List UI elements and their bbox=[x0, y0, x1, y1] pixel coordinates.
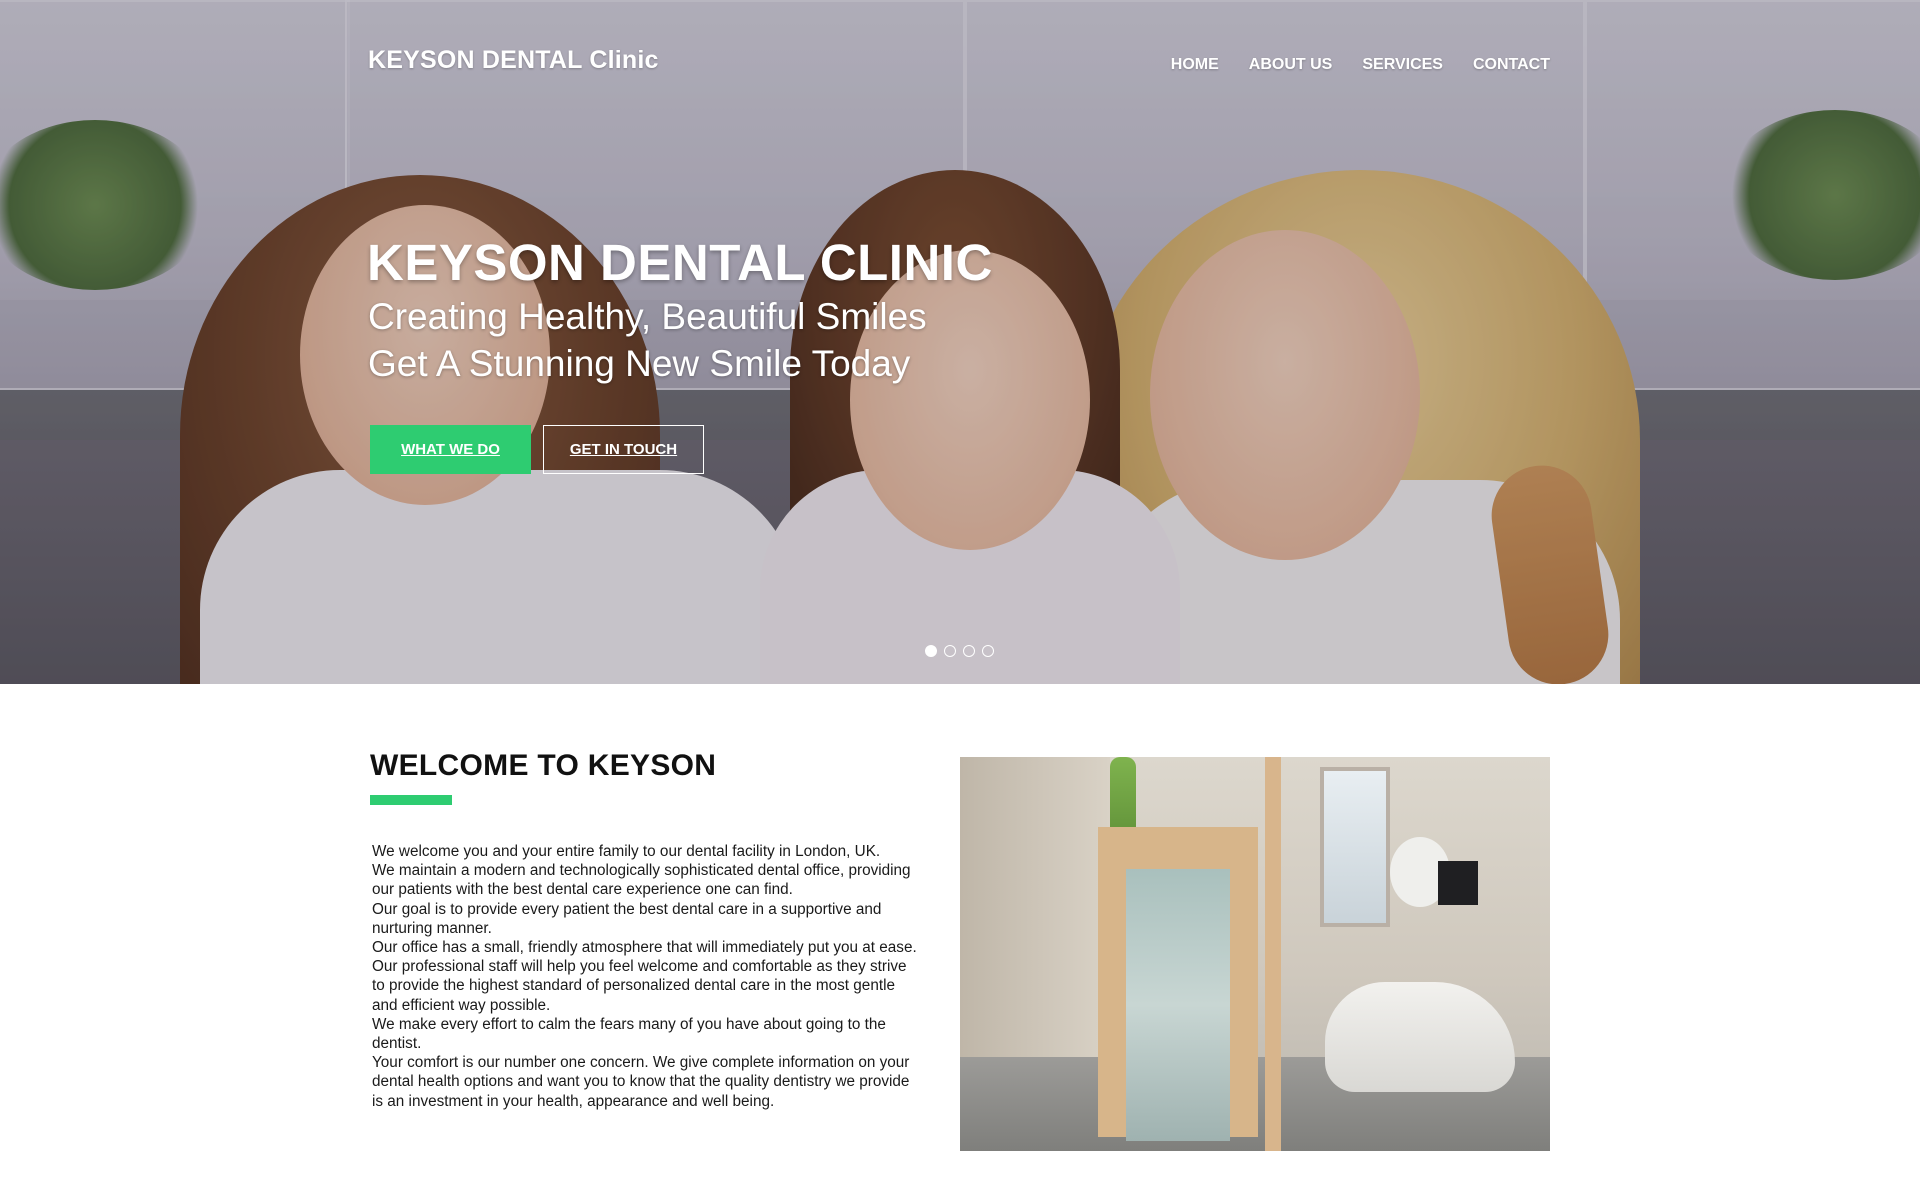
welcome-paragraph: We welcome you and your entire family to… bbox=[372, 843, 881, 860]
slider-dot-4[interactable] bbox=[982, 645, 994, 657]
nav-home[interactable]: HOME bbox=[1171, 56, 1219, 74]
welcome-paragraph: Our office has a small, friendly atmosph… bbox=[372, 939, 917, 957]
welcome-text: We welcome you and your entire family to… bbox=[372, 842, 917, 1111]
clinic-interior-photo bbox=[960, 757, 1550, 1151]
hero-slider: KEYSON DENTAL Clinic HOME ABOUT US SERVI… bbox=[0, 0, 1920, 684]
slider-dot-2[interactable] bbox=[944, 645, 956, 657]
photo-monitor bbox=[1438, 861, 1478, 905]
hero-subtitle-2: Get A Stunning New Smile Today bbox=[368, 343, 911, 384]
welcome-title: WELCOME TO KEYSON bbox=[370, 749, 717, 782]
welcome-paragraph: We maintain a modern and technologically… bbox=[372, 862, 911, 899]
get-in-touch-button[interactable]: GET IN TOUCH bbox=[543, 425, 704, 474]
hero-subtitle-1: Creating Healthy, Beautiful Smiles bbox=[368, 296, 927, 337]
welcome-paragraph: Your comfort is our number one concern. … bbox=[372, 1054, 910, 1110]
site-logo[interactable]: KEYSON DENTAL Clinic bbox=[368, 46, 659, 75]
hero-overlay bbox=[0, 0, 1920, 684]
nav-services[interactable]: SERVICES bbox=[1362, 56, 1443, 74]
main-nav: HOME ABOUT US SERVICES CONTACT bbox=[1171, 56, 1550, 74]
photo-window bbox=[1320, 767, 1390, 927]
nav-about-us[interactable]: ABOUT US bbox=[1249, 56, 1333, 74]
what-we-do-button[interactable]: WHAT WE DO bbox=[370, 425, 531, 474]
welcome-paragraph: Our professional staff will help you fee… bbox=[372, 958, 907, 1014]
welcome-paragraph: We make every effort to calm the fears m… bbox=[372, 1015, 886, 1053]
slider-dot-3[interactable] bbox=[963, 645, 975, 657]
slider-dot-1[interactable] bbox=[925, 645, 937, 657]
photo-dental-chair bbox=[1325, 982, 1515, 1092]
welcome-paragraph: Our goal is to provide every patient the… bbox=[372, 900, 882, 937]
nav-contact[interactable]: CONTACT bbox=[1473, 56, 1550, 74]
photo-glass-panel bbox=[1126, 869, 1230, 1141]
hero-title: KEYSON DENTAL CLINIC bbox=[367, 234, 993, 291]
title-underline bbox=[370, 795, 452, 805]
slider-pagination bbox=[925, 645, 994, 657]
photo-partition bbox=[1265, 757, 1281, 1151]
